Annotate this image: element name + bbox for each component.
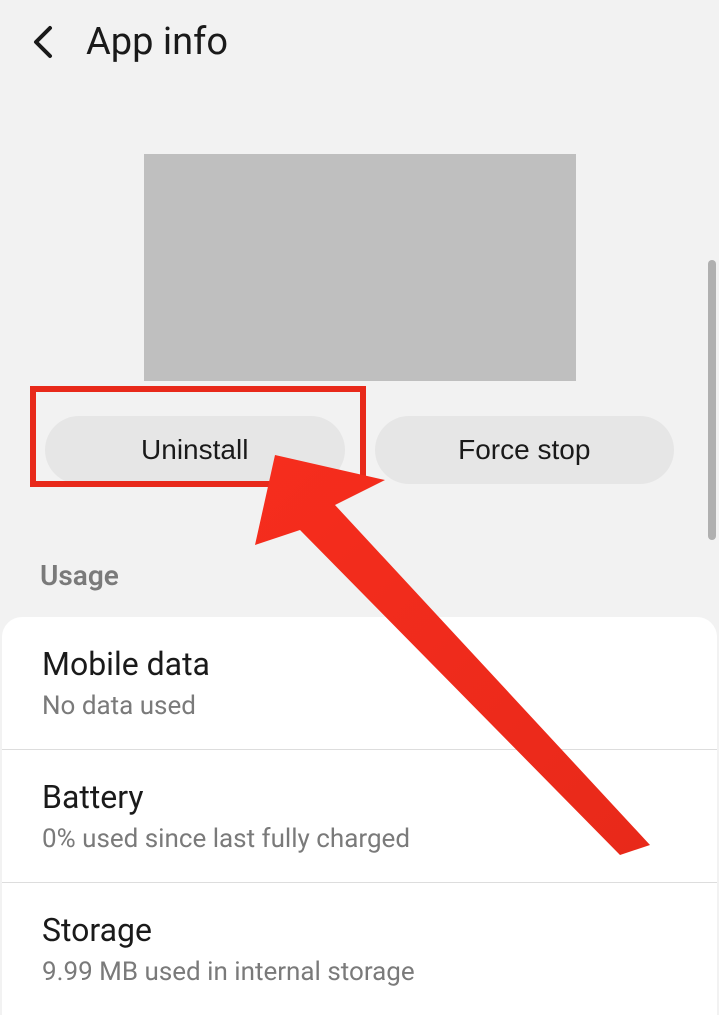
force-stop-button[interactable]: Force stop bbox=[375, 416, 675, 484]
app-icon-placeholder bbox=[144, 154, 576, 381]
scroll-indicator[interactable] bbox=[708, 260, 716, 540]
usage-section-header: Usage bbox=[0, 519, 719, 607]
app-bar: App info bbox=[0, 0, 719, 84]
storage-title: Storage bbox=[42, 911, 677, 949]
battery-title: Battery bbox=[42, 778, 677, 816]
page-title: App info bbox=[86, 20, 228, 64]
battery-item[interactable]: Battery 0% used since last fully charged bbox=[2, 750, 717, 883]
mobile-data-subtitle: No data used bbox=[42, 691, 677, 721]
action-buttons-row: Uninstall Force stop bbox=[0, 381, 719, 519]
uninstall-button[interactable]: Uninstall bbox=[45, 416, 345, 484]
storage-subtitle: 9.99 MB used in internal storage bbox=[42, 957, 677, 987]
mobile-data-item[interactable]: Mobile data No data used bbox=[2, 617, 717, 750]
usage-card: Mobile data No data used Battery 0% used… bbox=[2, 617, 717, 1015]
mobile-data-title: Mobile data bbox=[42, 645, 677, 683]
storage-item[interactable]: Storage 9.99 MB used in internal storage bbox=[2, 883, 717, 1015]
battery-subtitle: 0% used since last fully charged bbox=[42, 824, 677, 854]
back-icon[interactable] bbox=[30, 24, 56, 60]
